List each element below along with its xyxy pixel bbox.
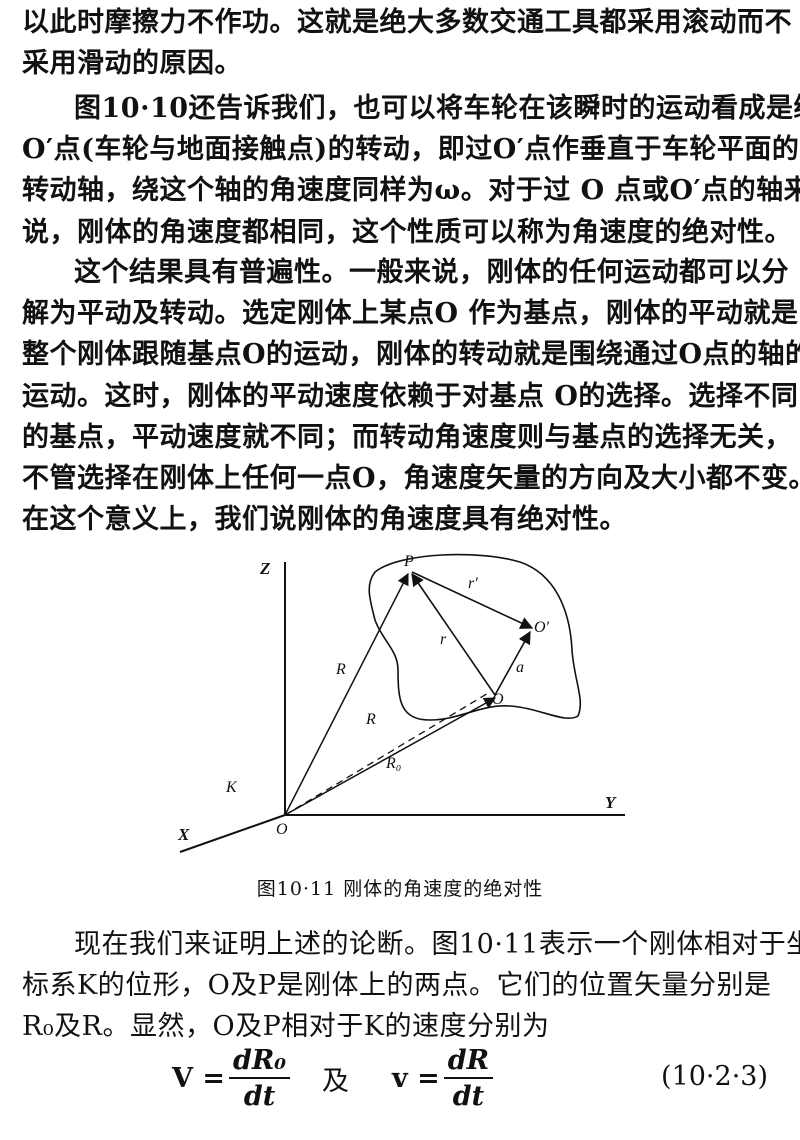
fraction-1-denominator: dt <box>243 1080 276 1112</box>
paragraph-3: 这个结果具有普遍性。一般来说，刚体的任何运动都可以分 解为平动及转动。选定刚体上… <box>22 252 800 540</box>
label-a: a <box>516 659 524 676</box>
text-line: 现在我们来证明上述的论断。图10·11表示一个刚体相对于坐 <box>74 929 800 960</box>
label-r: r <box>440 631 447 648</box>
paragraph-2: 图10·10还告诉我们，也可以将车轮在该瞬时的运动看成是绕 O′点(车轮与地面接… <box>22 88 800 253</box>
text-line: 整个刚体跟随基点O的运动，刚体的转动就是围绕通过O点的轴的 <box>22 339 800 371</box>
equation-left: V = dR₀ dt <box>172 1043 294 1113</box>
text-line: R₀及R。显然，O及P相对于K的速度分别为 <box>22 1011 550 1043</box>
fraction-1: dR₀ dt <box>228 1045 291 1112</box>
fraction-2-numerator: dR <box>443 1045 494 1079</box>
label-R-middle: R <box>365 711 376 728</box>
text-line: 图10·10还告诉我们，也可以将车轮在该瞬时的运动看成是绕 <box>74 93 800 124</box>
label-k: K <box>225 779 238 796</box>
text-line: 这个结果具有普遍性。一般来说，刚体的任何运动都可以分 <box>74 257 789 288</box>
label-r-prime: r′ <box>468 575 478 592</box>
equation-10-2-3: V = dR₀ dt 及 v = dR dt (10·2·3) <box>22 1043 782 1113</box>
label-x: X <box>177 825 190 844</box>
equation-conjunction: 及 <box>322 1043 349 1113</box>
rigid-body-figure: Z Y X K O P r′ O′ r a O R R R₀ <box>160 540 640 860</box>
equation-conj: 及 <box>322 1065 349 1097</box>
text-line: 在这个意义上，我们说刚体的角速度具有绝对性。 <box>22 504 627 536</box>
label-o-prime: O′ <box>534 619 550 636</box>
text-line: 不管选择在刚体上任何一点O，角速度矢量的方向及大小都不变。 <box>22 462 800 494</box>
text-line: 标系K的位形，O及P是刚体上的两点。它们的位置矢量分别是 <box>22 970 772 1002</box>
text-line: 运动。这时，刚体的平动速度依赖于对基点 O的选择。选择不同 <box>22 380 799 412</box>
fraction-1-numerator: dR₀ <box>228 1045 291 1079</box>
text-line: 解为平动及转动。选定刚体上某点O 作为基点，刚体的平动就是 <box>22 298 799 330</box>
label-R-upper: R <box>335 661 346 678</box>
paragraph-4: 现在我们来证明上述的论断。图10·11表示一个刚体相对于坐 标系K的位形，O及P… <box>22 924 800 1048</box>
label-z: Z <box>259 559 270 578</box>
equation-lhs2: v = <box>392 1062 440 1094</box>
label-p: P <box>403 553 414 570</box>
x-axis <box>179 814 286 853</box>
figure-caption: 图10·11 刚体的角速度的绝对性 <box>256 878 544 900</box>
label-o: O <box>492 691 504 708</box>
equation-lhs1: V = <box>172 1062 225 1094</box>
label-origin: O <box>276 821 288 838</box>
fraction-2: dR dt <box>443 1045 494 1112</box>
text-line: 转动轴，绕这个轴的角速度同样为ω。对于过 O 点或O′点的轴来 <box>22 175 800 207</box>
vector-a <box>494 630 531 696</box>
text-line: 说，刚体的角速度都相同，这个性质可以称为角速度的绝对性。 <box>22 216 792 248</box>
paragraph-1: 以此时摩擦力不作功。这就是绝大多数交通工具都采用滚动而不 采用滑动的原因。 <box>22 2 792 84</box>
text-line: O′点(车轮与地面接触点)的转动，即过O′点作垂直于车轮平面的 <box>22 134 800 166</box>
label-R0: R₀ <box>385 755 401 772</box>
text-line: 的基点，平动速度就不同；而转动角速度则与基点的选择无关， <box>22 421 792 453</box>
rigid-body-diagram: Z Y X K O P r′ O′ r a O R R R₀ <box>177 553 625 853</box>
vector-R <box>284 572 409 816</box>
label-y: Y <box>605 793 617 812</box>
text-line: 以此时摩擦力不作功。这就是绝大多数交通工具都采用滚动而不 <box>22 7 792 38</box>
fraction-2-denominator: dt <box>452 1080 485 1112</box>
equation-right: v = dR dt <box>392 1043 497 1113</box>
equation-number: (10·2·3) <box>661 1061 768 1092</box>
textbook-page: 以此时摩擦力不作功。这就是绝大多数交通工具都采用滚动而不 采用滑动的原因。 图1… <box>0 0 800 1140</box>
text-line: 采用滑动的原因。 <box>22 48 242 80</box>
